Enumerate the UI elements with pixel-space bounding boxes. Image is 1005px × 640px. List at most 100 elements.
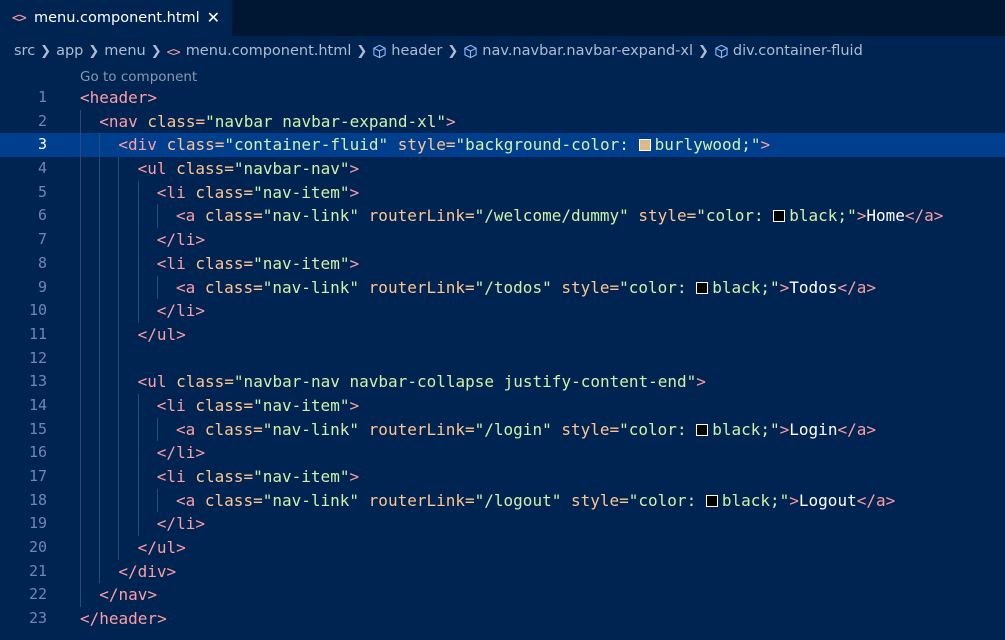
breadcrumb-item-app[interactable]: app [56,43,83,59]
code-token: class= [195,467,254,486]
code-text: <ul class="navbar-nav navbar-collapse ju… [138,370,706,394]
line-number: 3 [37,135,47,154]
code-token: </li> [156,514,205,534]
code-token: </li> [156,443,205,463]
code-token: > [349,467,360,486]
code-token: > [760,135,771,155]
code-text: </li> [157,512,205,536]
code-line[interactable]: 16 </li> [0,441,1005,465]
code-token: black;" [789,206,857,226]
breadcrumb-item-file[interactable]: menu.component.html [186,43,352,59]
color-swatch[interactable] [705,494,718,507]
code-token: </nav> [99,585,157,605]
code-token: class= [176,372,234,392]
code-line[interactable]: 23 </header> [0,607,1005,631]
code-line[interactable]: 10 </li> [0,299,1005,323]
code-line[interactable]: 14 <li class="nav-item"> [0,393,1005,418]
line-number: 6 [37,206,47,225]
code-text: <li class="nav-item"> [157,465,359,489]
code-line[interactable]: 2 <nav class="navbar navbar-expand-xl"> [0,109,1005,134]
code-token: <a [176,419,205,439]
code-text: </header> [80,607,167,631]
indent-guide [99,157,101,181]
code-token: > [856,206,867,226]
indent-guide [80,275,81,300]
code-token: <a [176,490,205,510]
code-token: "/welcome/dummy" [474,206,639,226]
code-text: </li> [157,228,205,252]
breadcrumb-item-menu[interactable]: menu [104,43,145,59]
go-to-component-codelens[interactable]: Go to component [80,69,197,85]
code-line[interactable]: 13 <ul class="navbar-nav navbar-collapse … [0,370,1005,394]
code-line[interactable]: 3 <div class="container-fluid" style="bac… [0,133,1005,158]
code-line[interactable]: 8 <li class="nav-item"> [0,251,1005,276]
code-line[interactable]: 15 <a class="nav-link" routerLink="/login… [0,417,1005,442]
indent-guide [137,393,139,418]
code-line[interactable]: 22 </nav> [0,583,1005,608]
color-swatch[interactable] [638,139,651,152]
code-token: > [349,253,360,273]
code-token: <nav [99,111,148,131]
indent-guide [80,180,81,205]
code-token: "navbar-nav navbar-collapse justify-cont… [233,372,697,392]
code-line[interactable]: 19 </li> [0,512,1005,537]
code-text: </li> [157,441,205,465]
code-token: Todos [789,277,838,297]
indent-guide [80,109,81,134]
code-token: "nav-link" [262,277,369,297]
indent-guide [118,393,120,418]
code-token: routerLink= [368,490,475,510]
code-line[interactable]: 21 </div> [0,559,1005,584]
breadcrumb-item-src[interactable]: src [14,43,35,59]
code-token: "container-fluid" [224,135,398,155]
code-text: <li class="nav-item"> [157,394,359,418]
line-number: 18 [28,490,47,509]
code-token: <li [156,182,196,202]
indent-guide [137,228,139,252]
code-line[interactable]: 17 <li class="nav-item"> [0,465,1005,489]
line-number: 7 [37,230,47,249]
indent-guide [99,512,101,537]
code-line[interactable]: 12 [0,346,1005,371]
line-number: 5 [37,182,47,201]
code-token: style= [561,419,620,439]
code-line[interactable]: 5 <li class="nav-item"> [0,180,1005,205]
indent-guide [137,488,139,513]
indent-guide [80,157,81,181]
code-token: class= [204,206,263,226]
indent-guide [99,465,101,489]
code-line[interactable]: 1 <header> [0,86,1005,110]
line-number: 13 [28,372,47,391]
line-number: 9 [37,277,47,296]
code-token: "background-color: [455,135,639,155]
code-token: Login [789,419,838,439]
code-line[interactable]: 18 <a class="nav-link" routerLink="/logou… [0,488,1005,513]
tab-label: menu.component.html [34,10,200,26]
code-token: > [789,490,799,510]
code-text: <a class="nav-link" routerLink="/login" … [176,418,876,442]
code-token: "color: [628,490,706,510]
code-line[interactable]: 7 </li> [0,228,1005,252]
code-token: "color: [619,277,697,297]
close-icon[interactable]: ✕ [207,8,220,27]
breadcrumb-item-header[interactable]: header [391,43,442,59]
breadcrumb-item-nav[interactable]: nav.navbar.navbar-expand-xl [482,43,693,59]
breadcrumb-item-div[interactable]: div.container-fluid [733,43,863,59]
color-swatch[interactable] [696,281,709,294]
code-line[interactable]: 20 </ul> [0,536,1005,560]
indent-guide [99,204,101,229]
code-editor[interactable]: 1 <header> 2 <nav class="navbar navbar-expa… [0,86,1005,631]
code-line[interactable]: 6 <a class="nav-link" routerLink="/welcom… [0,204,1005,229]
code-line[interactable]: 11 </ul> [0,322,1005,347]
code-token: </ul> [137,538,186,558]
line-number: 8 [37,253,47,272]
code-token: <li [156,253,196,273]
code-line[interactable]: 4 <ul class="navbar-nav"> [0,157,1005,181]
indent-guide [137,465,139,489]
indent-guide [137,180,139,205]
color-swatch[interactable] [773,210,786,223]
color-swatch[interactable] [696,423,709,436]
line-number: 4 [37,159,47,178]
tab-menu-component-html[interactable]: <> menu.component.html ✕ [0,0,232,36]
code-line[interactable]: 9 <a class="nav-link" routerLink="/todos"… [0,275,1005,300]
